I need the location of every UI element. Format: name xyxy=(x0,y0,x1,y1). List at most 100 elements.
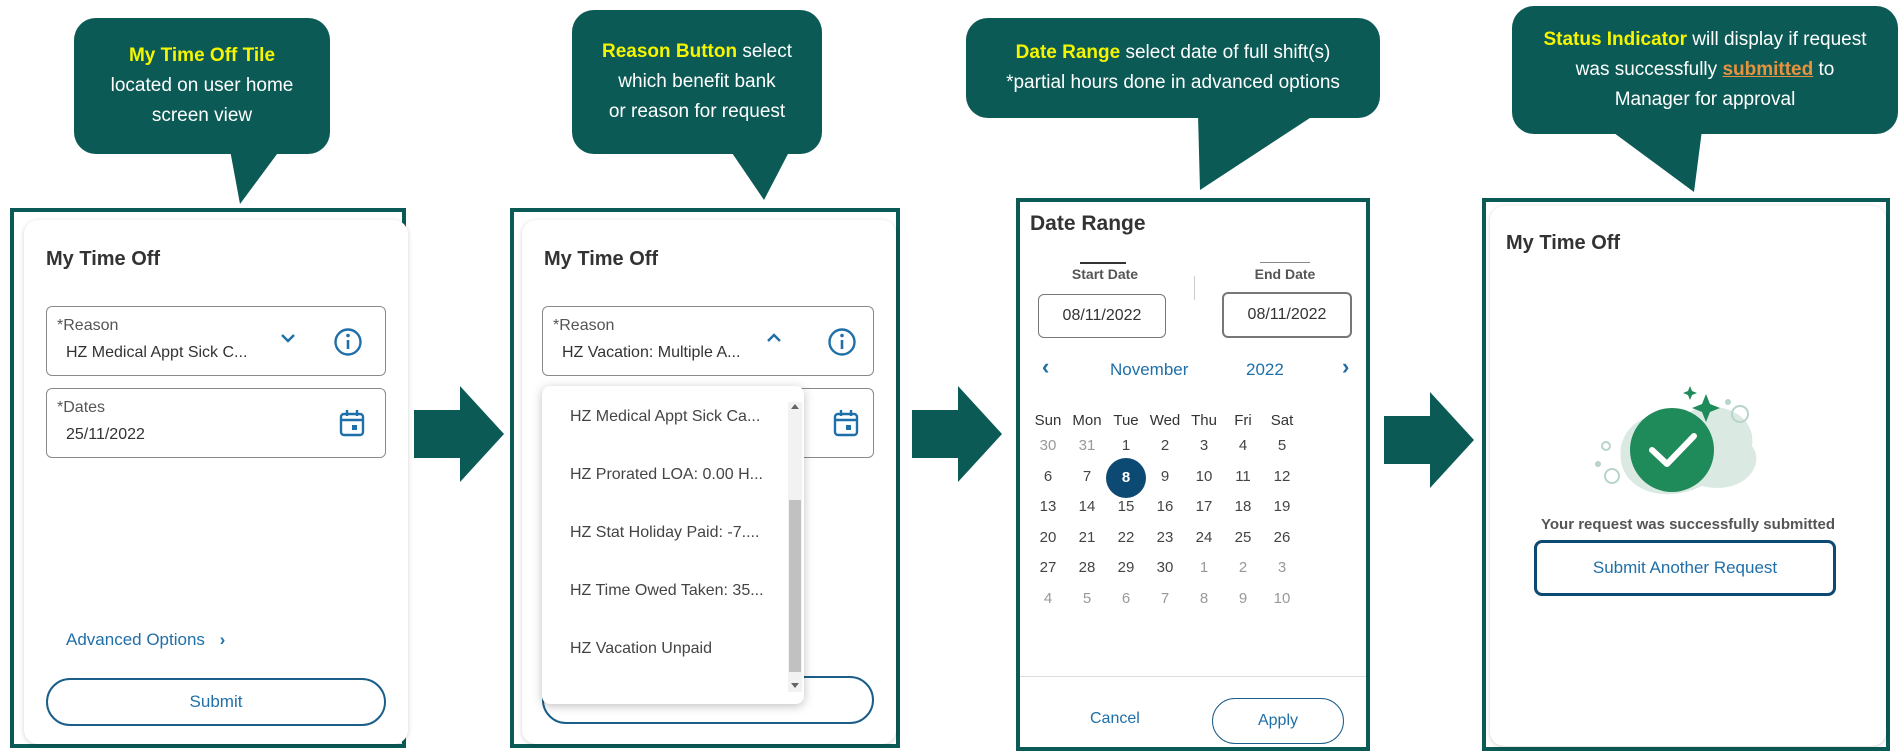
my-time-off-card: My Time Off *Reason HZ Vacation: Multipl… xyxy=(522,220,896,744)
calendar-icon[interactable] xyxy=(339,409,365,437)
submit-button[interactable]: Submit xyxy=(46,678,386,726)
callout-line: *partial hours done in advanced options xyxy=(1006,72,1340,93)
calendar-day[interactable]: 3 xyxy=(1184,437,1224,454)
calendar-day[interactable]: 25 xyxy=(1223,529,1263,546)
dropdown-option[interactable]: HZ Time Owed Taken: 35... xyxy=(570,582,764,600)
weekday-header: Sat xyxy=(1270,412,1294,429)
chevron-down-icon[interactable] xyxy=(279,331,297,345)
date-tab-divider xyxy=(1194,276,1195,300)
dropdown-option[interactable]: HZ Stat Holiday Paid: -7.... xyxy=(570,524,759,542)
calendar-day[interactable]: 28 xyxy=(1067,559,1107,576)
dates-value: 25/11/2022 xyxy=(66,426,145,443)
cancel-button[interactable]: Cancel xyxy=(1090,710,1140,728)
callout-status-indicator: Status Indicator will display if request… xyxy=(1512,6,1898,134)
dates-field[interactable]: *Dates 25/11/2022 xyxy=(46,388,386,458)
calendar-day[interactable]: 10 xyxy=(1262,590,1302,607)
my-time-off-card: My Time Off *Reason HZ Medical Appt Sick… xyxy=(24,220,408,744)
calendar-day[interactable]: 12 xyxy=(1262,468,1302,485)
reason-select[interactable]: *Reason HZ Medical Appt Sick C... xyxy=(46,306,386,376)
end-date-input[interactable]: 08/11/2022 xyxy=(1222,292,1352,338)
calendar-day[interactable]: 5 xyxy=(1067,590,1107,607)
dates-label: *Dates xyxy=(57,399,106,416)
callout-line: to xyxy=(1813,59,1835,80)
calendar-day[interactable]: 7 xyxy=(1067,468,1107,485)
panel-date-range: Date Range Start Date End Date 08/11/202… xyxy=(1016,198,1370,751)
calendar-day[interactable]: 16 xyxy=(1145,498,1185,515)
calendar-day[interactable]: 7 xyxy=(1145,590,1185,607)
calendar-day[interactable]: 18 xyxy=(1223,498,1263,515)
calendar-day[interactable]: 6 xyxy=(1106,590,1146,607)
calendar-day[interactable]: 10 xyxy=(1184,468,1224,485)
dropdown-scrollbar[interactable] xyxy=(788,402,802,692)
submit-another-request-button[interactable]: Submit Another Request xyxy=(1534,540,1836,596)
calendar-day[interactable]: 22 xyxy=(1106,529,1146,546)
calendar-day[interactable]: 29 xyxy=(1106,559,1146,576)
calendar-day[interactable]: 1 xyxy=(1184,559,1224,576)
calendar-day[interactable]: 13 xyxy=(1028,498,1068,515)
calendar-day[interactable]: 14 xyxy=(1067,498,1107,515)
start-date-tab-indicator xyxy=(1080,262,1126,264)
calendar-day[interactable]: 6 xyxy=(1028,468,1068,485)
calendar-day[interactable]: 31 xyxy=(1067,437,1107,454)
right-arrow-icon xyxy=(414,386,504,482)
reason-label: *Reason xyxy=(553,317,615,334)
calendar-day[interactable]: 24 xyxy=(1184,529,1224,546)
callout-line: screen view xyxy=(151,105,253,126)
reason-dropdown-list[interactable]: HZ Medical Appt Sick Ca... HZ Prorated L… xyxy=(542,386,804,704)
prev-month-icon[interactable]: ‹ xyxy=(1042,354,1049,380)
calendar-day[interactable]: 4 xyxy=(1223,437,1263,454)
calendar-day[interactable]: 8 xyxy=(1184,590,1224,607)
dropdown-option[interactable]: HZ Medical Appt Sick Ca... xyxy=(570,408,760,426)
calendar-footer-divider xyxy=(1020,676,1366,677)
info-icon[interactable] xyxy=(827,327,857,357)
calendar-day[interactable]: 11 xyxy=(1223,468,1263,485)
callout-highlight: Date Range xyxy=(1015,42,1121,63)
calendar-day[interactable]: 30 xyxy=(1145,559,1185,576)
callout-line: will display if request xyxy=(1687,29,1867,50)
calendar-day[interactable]: 27 xyxy=(1028,559,1068,576)
reason-label: *Reason xyxy=(57,317,119,334)
calendar-day[interactable]: 23 xyxy=(1145,529,1185,546)
calendar-day[interactable]: 21 xyxy=(1067,529,1107,546)
scroll-down-icon[interactable] xyxy=(791,683,799,688)
callout-date-range: Date Range select date of full shift(s) … xyxy=(966,18,1380,118)
callout-tail xyxy=(1610,130,1702,192)
calendar-day[interactable]: 17 xyxy=(1184,498,1224,515)
apply-button[interactable]: Apply xyxy=(1212,698,1344,744)
scrollbar-thumb[interactable] xyxy=(789,500,801,672)
start-date-tab[interactable]: Start Date xyxy=(1060,266,1150,282)
calendar-day[interactable]: 9 xyxy=(1223,590,1263,607)
calendar-day[interactable]: 1 xyxy=(1106,437,1146,454)
calendar-day[interactable]: 30 xyxy=(1028,437,1068,454)
next-month-icon[interactable]: › xyxy=(1342,354,1349,380)
info-icon[interactable] xyxy=(333,327,363,357)
calendar-day[interactable]: 3 xyxy=(1262,559,1302,576)
calendar-day[interactable]: 26 xyxy=(1262,529,1302,546)
chevron-up-icon[interactable] xyxy=(765,331,783,345)
calendar-icon[interactable] xyxy=(833,409,859,437)
calendar-day[interactable]: 2 xyxy=(1223,559,1263,576)
reason-select[interactable]: *Reason HZ Vacation: Multiple A... xyxy=(542,306,874,376)
end-date-tab[interactable]: End Date xyxy=(1240,266,1330,282)
chevron-right-icon: › xyxy=(219,630,226,649)
dropdown-option[interactable]: HZ Prorated LOA: 0.00 H... xyxy=(570,466,763,484)
advanced-options-link[interactable]: Advanced Options › xyxy=(66,630,225,650)
dropdown-option[interactable]: HZ Vacation Unpaid xyxy=(570,640,712,658)
scroll-up-icon[interactable] xyxy=(791,404,799,409)
calendar-day[interactable]: 5 xyxy=(1262,437,1302,454)
calendar-day[interactable]: 20 xyxy=(1028,529,1068,546)
calendar-day[interactable]: 8 xyxy=(1106,469,1146,486)
callout-line: select date of full shift(s) xyxy=(1120,42,1331,63)
callout-reason-button: Reason Button select which benefit bank … xyxy=(572,10,822,154)
calendar-day[interactable]: 2 xyxy=(1145,437,1185,454)
start-date-input[interactable]: 08/11/2022 xyxy=(1038,294,1166,338)
calendar-day[interactable]: 15 xyxy=(1106,498,1146,515)
calendar-day[interactable]: 9 xyxy=(1145,468,1185,485)
month-label[interactable]: November xyxy=(1110,360,1188,380)
calendar-day[interactable]: 19 xyxy=(1262,498,1302,515)
calendar-day[interactable]: 4 xyxy=(1028,590,1068,607)
success-check-icon xyxy=(1595,386,1757,495)
weekday-header: Thu xyxy=(1191,412,1217,429)
panel-my-time-off-tile: My Time Off *Reason HZ Medical Appt Sick… xyxy=(10,208,408,748)
year-label[interactable]: 2022 xyxy=(1246,360,1284,380)
